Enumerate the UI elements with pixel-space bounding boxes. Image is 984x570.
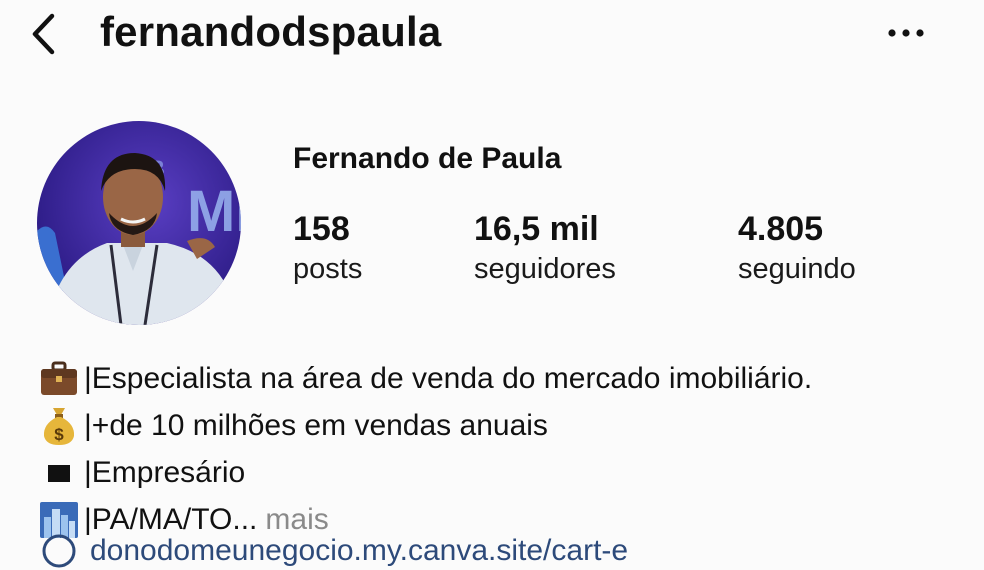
profile-bio: |Especialista na área de venda do mercad… [38,355,968,543]
profile-display-name: Fernando de Paula [293,142,562,175]
profile-avatar[interactable]: MI B [37,121,241,325]
svg-text:MI: MI [187,179,241,244]
black-square-icon [38,452,80,494]
briefcase-icon [38,358,80,400]
avatar-image: MI B [37,121,241,325]
chevron-left-icon [32,13,55,55]
more-options-button[interactable] [884,18,928,48]
posts-count: 158 [293,210,350,248]
bio-link-text: donodomeunegocio.my.canva.site/cart-e [90,534,629,567]
posts-label: posts [293,253,363,285]
bio-line: |Especialista na área de venda do mercad… [38,355,968,402]
svg-text:$: $ [54,425,64,444]
bio-line: |Empresário [38,449,968,496]
bio-text: |Empresário [84,456,246,489]
money-bag-icon: $ [38,405,80,447]
following-label: seguindo [738,253,856,285]
followers-count: 16,5 mil [474,210,599,248]
bio-text: |+de 10 milhões em vendas anuais [84,409,548,442]
back-button[interactable] [26,12,66,56]
bio-line: $ |+de 10 milhões em vendas anuais [38,402,968,449]
followers-stat[interactable]: 16,5 mil seguidores [474,208,616,288]
profile-username: fernandodspaula [100,8,442,55]
following-count: 4.805 [738,210,824,248]
bio-text: |Especialista na área de venda do mercad… [84,362,813,395]
followers-label: seguidores [474,253,616,285]
more-horizontal-icon [888,29,924,37]
bio-link[interactable]: donodomeunegocio.my.canva.site/cart-e [40,532,628,570]
posts-stat[interactable]: 158 posts [293,208,362,288]
following-stat[interactable]: 4.805 seguindo [738,208,856,288]
link-icon [42,534,76,568]
